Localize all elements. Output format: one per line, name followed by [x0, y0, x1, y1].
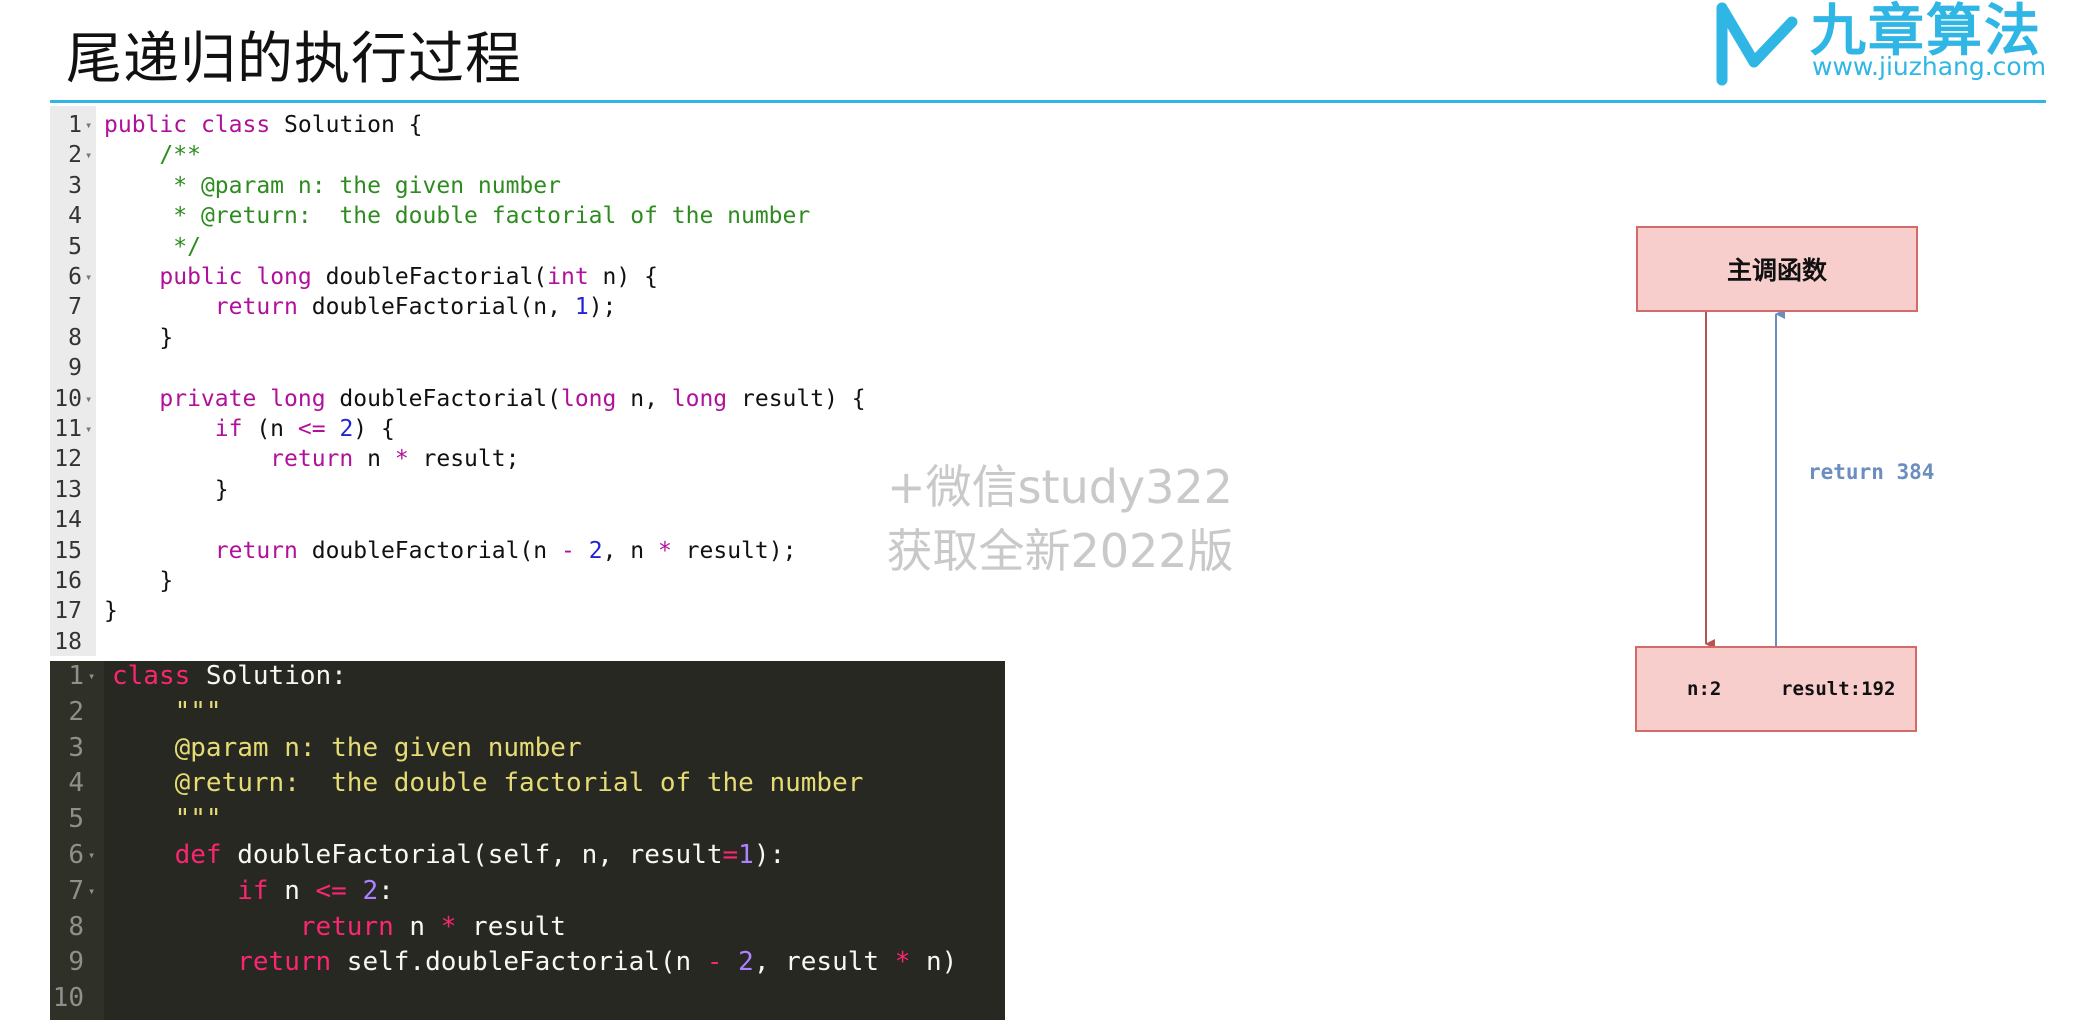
code-text: return doubleFactorial(n, 1);	[214, 294, 617, 321]
code-text: """	[174, 696, 222, 727]
line-number: 18	[54, 628, 82, 655]
line-number: 3	[68, 732, 84, 763]
line-number: 6	[68, 840, 84, 870]
logo-icon	[1716, 2, 1798, 86]
code-text: */	[173, 233, 201, 260]
code-text: }	[104, 598, 118, 625]
fold-arrow-icon[interactable]: ▾	[85, 262, 92, 292]
watermark-line-1: +微信study322	[887, 460, 1233, 514]
frame-result-value: result:192	[1781, 678, 1896, 700]
fold-arrow-icon[interactable]: ▾	[88, 659, 95, 695]
logo-url: www.jiuzhang.com	[1812, 52, 2047, 81]
code-text: @return: the double factorial of the num…	[174, 768, 864, 799]
line-number: 8	[68, 911, 84, 942]
line-number: 7	[68, 294, 82, 321]
return-label: return 384	[1808, 460, 1935, 484]
fold-arrow-icon[interactable]: ▾	[85, 384, 92, 414]
code-text: return n * result;	[270, 446, 520, 473]
line-number: 15	[54, 537, 82, 564]
code-text: if n <= 2:	[237, 875, 394, 906]
caller-box: 主调函数	[1636, 226, 1918, 312]
watermark-line-2: 获取全新2022版	[886, 524, 1234, 578]
code-text: public class Solution {	[104, 112, 423, 138]
code-text: return n * result	[299, 911, 566, 942]
code-text: }	[104, 476, 229, 503]
line-number: 1	[68, 112, 82, 138]
line-number: 5	[68, 804, 84, 835]
stack-frame-box: n:2 result:192	[1635, 646, 1917, 732]
code-text: }	[104, 324, 174, 351]
watermark: +微信study322 获取全新2022版	[870, 455, 1250, 583]
code-text: * @return: the double factorial of the n…	[173, 203, 811, 230]
line-number: 17	[54, 598, 82, 625]
line-number: 9	[68, 355, 82, 382]
line-number: 10	[54, 385, 82, 412]
line-number: 13	[54, 476, 82, 503]
line-number: 12	[54, 446, 82, 473]
line-number: 2	[68, 142, 82, 169]
page-title: 尾递归的执行过程	[66, 27, 522, 92]
brand-logo: 九章算法 www.jiuzhang.com	[1700, 0, 2070, 95]
code-text: public long doubleFactorial(int n) {	[159, 264, 658, 290]
line-number: 6	[68, 264, 82, 290]
line-number: 1	[68, 661, 84, 691]
fold-arrow-icon[interactable]: ▾	[88, 838, 95, 874]
code-text: if (n <= 2) {	[214, 416, 395, 442]
code-text: }	[104, 568, 174, 594]
line-number: 10	[52, 983, 84, 1014]
java-code-editor: 1 ▾ public class Solution {2 ▾ /** 3 * @para…	[50, 106, 1010, 656]
code-text: return doubleFactorial(n - 2, n * result…	[214, 537, 797, 564]
call-diagram: 主调函数 return 384 n:2 result:192	[1620, 220, 1960, 740]
line-number: 4	[68, 768, 84, 799]
frame-n-value: n:2	[1687, 678, 1722, 700]
fold-arrow-icon[interactable]: ▾	[85, 110, 92, 140]
title-divider	[50, 100, 2046, 103]
fold-arrow-icon[interactable]: ▾	[85, 140, 92, 170]
line-number: 5	[68, 233, 82, 260]
code-text: @param n: the given number	[174, 732, 582, 763]
line-number: 11	[54, 416, 82, 442]
line-number: 4	[68, 203, 82, 230]
line-number: 3	[68, 172, 82, 199]
line-number: 2	[68, 696, 84, 727]
line-number: 7	[68, 875, 84, 906]
code-text: return self.doubleFactorial(n - 2, resul…	[237, 947, 958, 978]
line-number: 16	[54, 568, 82, 594]
line-number: 8	[68, 324, 82, 351]
code-text: class Solution:	[112, 661, 347, 691]
python-code-editor: 1 ▾ class Solution: 2 """ 3 @param n: the gi…	[50, 661, 1005, 1020]
line-number: 9	[68, 947, 84, 978]
line-number: 14	[54, 507, 82, 534]
code-text: /**	[159, 142, 201, 169]
code-text: """	[174, 804, 222, 835]
code-text: * @param n: the given number	[173, 172, 561, 199]
fold-arrow-icon[interactable]: ▾	[85, 414, 92, 444]
code-text: def doubleFactorial(self, n, result=1):	[174, 840, 786, 870]
code-text: private long doubleFactorial(long n, lon…	[159, 385, 866, 412]
fold-arrow-icon[interactable]: ▾	[88, 874, 95, 910]
